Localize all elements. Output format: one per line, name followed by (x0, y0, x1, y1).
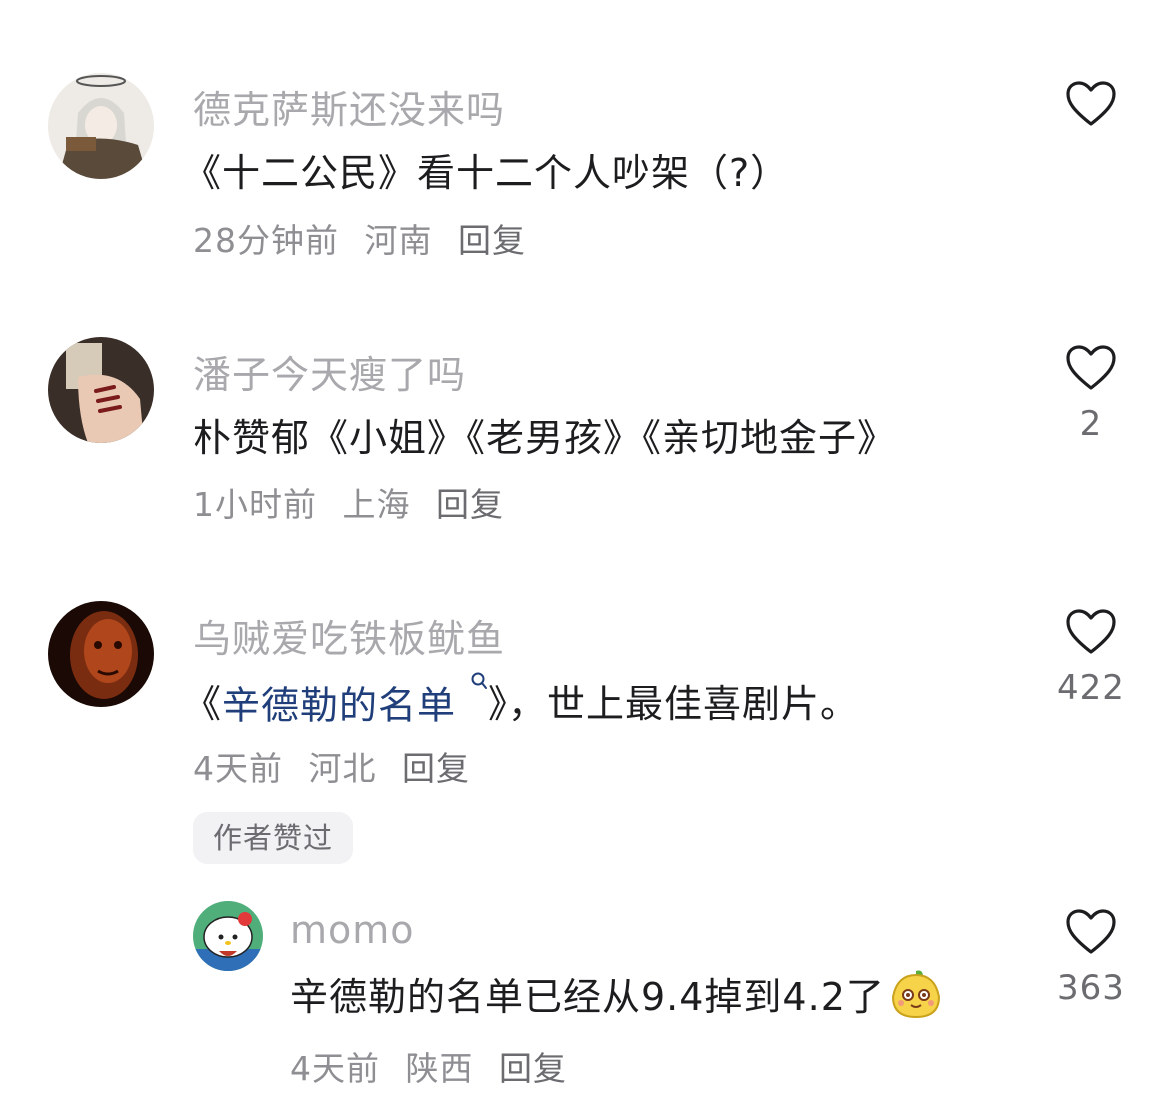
comment-text: 《 辛德勒的名单 》，世上最佳喜剧片。 (183, 671, 859, 730)
reply-text-content: 辛德勒的名单已经从9.4掉到4.2了 (290, 975, 885, 1019)
like-count: 2 (1079, 404, 1103, 444)
like-count: 422 (1057, 668, 1125, 708)
reply-button[interactable]: 回复 (436, 485, 504, 524)
avatar[interactable] (48, 73, 154, 179)
heart-outline-icon (1066, 609, 1116, 654)
like-button[interactable] (1051, 80, 1131, 180)
heart-outline-icon (1066, 81, 1116, 126)
comment-text-suffix: 》，世上最佳喜剧片。 (488, 681, 860, 726)
search-icon (462, 672, 488, 711)
comment-text: 《十二公民》看十二个人吵架（?） (183, 151, 790, 195)
avatar-image (48, 601, 154, 707)
like-button[interactable]: 2 (1051, 344, 1131, 444)
comment-time: 28分钟前 (193, 221, 339, 260)
comment-text-prefix: 《 (183, 681, 223, 726)
comment-username[interactable]: 德克萨斯还没来吗 (193, 79, 505, 134)
like-button[interactable]: 363 (1051, 908, 1131, 1008)
heart-outline-icon (1066, 345, 1116, 390)
comment-meta: 28分钟前 河南 回复 (193, 214, 540, 262)
reply-text: 辛德勒的名单已经从9.4掉到4.2了 (290, 966, 943, 1021)
reply-location: 陕西 (405, 1049, 474, 1088)
comment-text: 朴赞郁《小姐》《老男孩》《亲切地金子》 (193, 416, 897, 460)
reply-button[interactable]: 回复 (402, 749, 470, 788)
avatar-image (48, 337, 154, 443)
avatar-image (48, 73, 154, 179)
comment-location: 河南 (364, 221, 433, 260)
heart-outline-icon (1066, 909, 1116, 954)
reply-button[interactable]: 回复 (499, 1049, 567, 1088)
reply-meta: 4天前 陕西 回复 (290, 1042, 581, 1090)
comment-time: 1小时前 (193, 485, 317, 524)
movie-search-link[interactable]: 辛德勒的名单 (222, 671, 488, 730)
avatar[interactable] (48, 337, 154, 443)
reply-button[interactable]: 回复 (458, 221, 526, 260)
reply-username[interactable]: momo (290, 908, 415, 952)
avatar-image (193, 901, 263, 971)
comment-location: 河北 (308, 749, 377, 788)
comment-meta: 4天前 河北 回复 (193, 742, 484, 790)
comment-location: 上海 (342, 485, 411, 524)
like-count: 363 (1057, 968, 1125, 1008)
comment-username[interactable]: 潘子今天瘦了吗 (193, 344, 466, 399)
author-liked-badge: 作者赞过 (193, 812, 354, 864)
reply-time: 4天前 (290, 1049, 380, 1088)
avatar[interactable] (48, 601, 154, 707)
movie-link-text: 辛德勒的名单 (222, 683, 457, 728)
avatar[interactable] (193, 901, 263, 971)
like-count (1051, 140, 1131, 180)
like-button[interactable]: 422 (1051, 608, 1131, 708)
comment-meta: 1小时前 上海 回复 (193, 478, 518, 526)
comment-username[interactable]: 乌贼爱吃铁板鱿鱼 (193, 608, 505, 663)
comment-time: 4天前 (193, 749, 283, 788)
smiling-fruit-emoji (889, 967, 943, 1021)
